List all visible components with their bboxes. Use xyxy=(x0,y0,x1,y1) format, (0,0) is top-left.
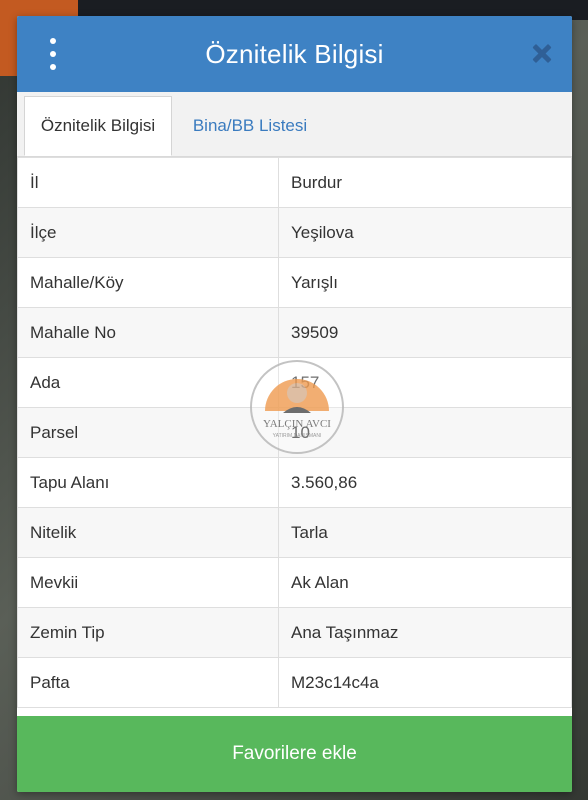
attribute-key: İlçe xyxy=(17,207,279,258)
tab-attribute-info[interactable]: Öznitelik Bilgisi xyxy=(24,96,172,156)
tab-building-list[interactable]: Bina/BB Listesi xyxy=(185,96,315,156)
attribute-value: Yeşilova xyxy=(278,207,572,258)
attribute-key: Nitelik xyxy=(17,507,279,558)
table-row: Mahalle/Köy Yarışlı xyxy=(17,257,572,308)
attribute-value: 3.560,86 xyxy=(278,457,572,508)
attribute-key: Tapu Alanı xyxy=(17,457,279,508)
favorite-button[interactable]: Favorilere ekle xyxy=(17,716,572,792)
table-row: Ada 157 xyxy=(17,357,572,408)
attribute-value: 157 xyxy=(278,357,572,408)
attribute-value: 39509 xyxy=(278,307,572,358)
tab-bar: Öznitelik Bilgisi Bina/BB Listesi xyxy=(17,92,572,157)
attribute-key: Mevkii xyxy=(17,557,279,608)
menu-dot xyxy=(50,51,56,57)
attribute-value: Ana Taşınmaz xyxy=(278,607,572,658)
table-row: İl Burdur xyxy=(17,157,572,208)
kebab-menu-icon[interactable] xyxy=(41,38,65,70)
attribute-key: Parsel xyxy=(17,407,279,458)
dialog-title: Öznitelik Bilgisi xyxy=(205,38,384,69)
attribute-value: Yarışlı xyxy=(278,257,572,308)
menu-dot xyxy=(50,38,56,44)
close-icon[interactable] xyxy=(528,40,556,68)
attribute-key: Ada xyxy=(17,357,279,408)
attribute-value: 10 xyxy=(278,407,572,458)
table-row: Pafta M23c14c4a xyxy=(17,657,572,708)
attribute-key: İl xyxy=(17,157,279,208)
attribute-table: İl Burdur İlçe Yeşilova Mahalle/Köy Yarı… xyxy=(17,157,572,708)
attribute-value: M23c14c4a xyxy=(278,657,572,708)
dialog-header: Öznitelik Bilgisi xyxy=(17,16,572,92)
attribute-key: Mahalle No xyxy=(17,307,279,358)
table-row: Mahalle No 39509 xyxy=(17,307,572,358)
table-row: İlçe Yeşilova xyxy=(17,207,572,258)
table-row: Tapu Alanı 3.560,86 xyxy=(17,457,572,508)
table-row: Parsel 10 xyxy=(17,407,572,458)
table-row: Zemin Tip Ana Taşınmaz xyxy=(17,607,572,658)
attribute-value: Ak Alan xyxy=(278,557,572,608)
attribute-key: Pafta xyxy=(17,657,279,708)
attribute-dialog: Öznitelik Bilgisi Öznitelik Bilgisi Bina… xyxy=(17,16,572,792)
menu-dot xyxy=(50,64,56,70)
table-row: Nitelik Tarla xyxy=(17,507,572,558)
attribute-value: Burdur xyxy=(278,157,572,208)
attribute-value: Tarla xyxy=(278,507,572,558)
attribute-key: Zemin Tip xyxy=(17,607,279,658)
attribute-key: Mahalle/Köy xyxy=(17,257,279,308)
table-row: Mevkii Ak Alan xyxy=(17,557,572,608)
